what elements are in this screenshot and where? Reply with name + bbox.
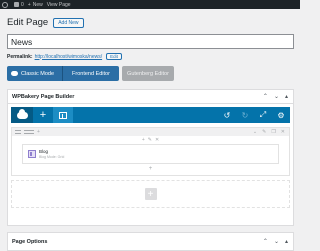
comments-count: 0 bbox=[21, 1, 24, 8]
post-title-input[interactable]: News bbox=[7, 34, 294, 49]
builder-row: + ⌄ ✎ ❐ ✕ + ✎ ✕ Blog Blog Mode: Grid + bbox=[11, 127, 290, 176]
new-label: New bbox=[32, 1, 43, 8]
row-drag-handle-icon[interactable] bbox=[15, 130, 21, 134]
add-new-button[interactable]: Add New bbox=[53, 17, 84, 28]
column-delete-icon[interactable]: ✕ bbox=[155, 137, 159, 143]
wpbakery-postbox-header: WPBakery Page Builder ⌃ ⌄ ▴ bbox=[8, 90, 293, 104]
classic-mode-label: Classic Mode bbox=[21, 70, 55, 77]
comment-icon bbox=[14, 2, 19, 7]
editor-mode-buttons: Classic Mode Frontend Editor Gutenberg E… bbox=[7, 66, 174, 81]
redo-icon[interactable]: ↻ bbox=[236, 107, 254, 123]
collapse-icon[interactable]: ▴ bbox=[285, 93, 288, 100]
admin-bar: 0 + New View Page bbox=[0, 0, 300, 9]
page-title: Edit Page bbox=[7, 17, 49, 28]
fullscreen-icon[interactable]: ⤢ bbox=[254, 107, 272, 123]
view-page-label: View Page bbox=[46, 1, 71, 8]
add-element-plus-icon-large[interactable]: + bbox=[144, 188, 157, 200]
settings-gear-icon[interactable]: ⚙ bbox=[272, 107, 290, 123]
row-layout-icon[interactable] bbox=[24, 130, 34, 134]
undo-icon[interactable]: ↺ bbox=[218, 107, 236, 123]
element-description: Blog Mode: Grid bbox=[39, 155, 65, 159]
permalink-label: Permalink: bbox=[7, 53, 33, 60]
column-controls: + ✎ ✕ bbox=[12, 136, 289, 143]
new-content-link[interactable]: + New bbox=[28, 2, 43, 8]
permalink-row: Permalink: http://localhost/wimoska/news… bbox=[7, 53, 122, 60]
blog-element-icon bbox=[28, 150, 36, 158]
frontend-editor-button[interactable]: Frontend Editor bbox=[62, 66, 119, 81]
row-edit-pencil-icon[interactable]: ✎ bbox=[262, 129, 266, 135]
plus-icon: + bbox=[27, 1, 31, 8]
page-options-postbox: Page Options ⌃ ⌄ ▴ bbox=[7, 232, 294, 251]
wpbakery-postbox: WPBakery Page Builder ⌃ ⌄ ▴ + ↺ ↻ ⤢ ⚙ + … bbox=[7, 89, 294, 226]
classic-mode-button[interactable]: Classic Mode bbox=[7, 66, 62, 81]
column-edit-pencil-icon[interactable]: ✎ bbox=[148, 137, 152, 143]
wpbakery-title: WPBakery Page Builder bbox=[12, 93, 75, 100]
row-clone-icon[interactable]: ❐ bbox=[271, 129, 275, 135]
row-toggle-icon[interactable]: ⌄ bbox=[253, 129, 257, 135]
page-header: Edit Page Add New bbox=[7, 17, 84, 28]
page-options-title: Page Options bbox=[12, 238, 48, 245]
element-name: Blog bbox=[39, 149, 49, 154]
permalink-url[interactable]: http://localhost/wimoska/news/ bbox=[35, 54, 103, 60]
comments-link[interactable]: 0 bbox=[14, 2, 24, 8]
options-move-up-icon[interactable]: ⌃ bbox=[263, 238, 268, 245]
column-add-icon[interactable]: + bbox=[142, 137, 145, 143]
wpbakery-logo-icon bbox=[11, 71, 18, 76]
templates-layout-icon[interactable] bbox=[53, 107, 73, 123]
row-delete-icon[interactable]: ✕ bbox=[281, 129, 285, 135]
move-up-icon[interactable]: ⌃ bbox=[263, 93, 268, 100]
options-move-down-icon[interactable]: ⌄ bbox=[274, 238, 279, 245]
wordpress-logo-icon[interactable] bbox=[0, 0, 10, 9]
permalink-edit-button[interactable]: Edit bbox=[106, 53, 122, 60]
row-controls: + ⌄ ✎ ❐ ✕ bbox=[12, 128, 289, 136]
add-element-area[interactable]: + bbox=[11, 180, 290, 208]
move-down-icon[interactable]: ⌄ bbox=[274, 93, 279, 100]
add-element-plus-icon[interactable]: + bbox=[33, 107, 53, 123]
blog-element[interactable]: Blog Blog Mode: Grid bbox=[22, 144, 279, 164]
options-collapse-icon[interactable]: ▴ bbox=[285, 238, 288, 245]
wpbakery-cloud-logo-icon[interactable] bbox=[11, 107, 33, 123]
row-add-column-icon[interactable]: + bbox=[37, 129, 40, 135]
view-page-link[interactable]: View Page bbox=[47, 2, 71, 8]
gutenberg-editor-button[interactable]: Gutenberg Editor bbox=[122, 66, 174, 81]
wpbakery-navbar: + ↺ ↻ ⤢ ⚙ bbox=[11, 107, 290, 123]
column-append-plus-icon[interactable]: + bbox=[12, 164, 289, 173]
